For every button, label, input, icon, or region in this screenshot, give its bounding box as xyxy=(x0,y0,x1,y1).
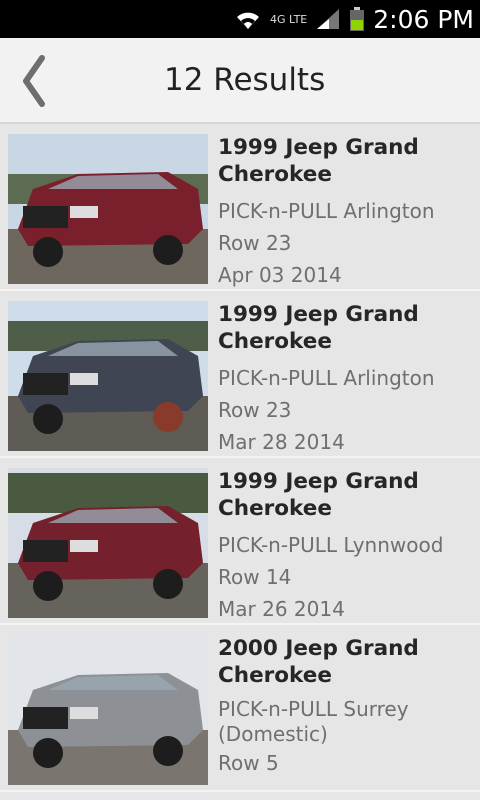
back-button[interactable] xyxy=(14,52,54,110)
result-info: 2000 Jeep Grand Cherokee PICK-n-PULL Sur… xyxy=(218,635,474,779)
results-list: 1999 Jeep Grand Cherokee PICK-n-PULL Arl… xyxy=(0,124,480,792)
car-photo xyxy=(8,635,208,785)
result-date: Apr 03 2014 xyxy=(218,263,342,287)
car-photo-image xyxy=(8,301,208,451)
result-location: PICK-n-PULL Surrey (Domestic) xyxy=(218,697,409,746)
result-row-number: Row 23 xyxy=(218,231,292,255)
result-row[interactable]: 1999 Jeep Grand Cherokee PICK-n-PULL Arl… xyxy=(0,124,480,291)
car-photo-image xyxy=(8,134,208,284)
result-location: PICK-n-PULL Arlington xyxy=(218,199,435,223)
result-location: PICK-n-PULL Lynnwood xyxy=(218,533,444,557)
result-row[interactable]: 1999 Jeep Grand Cherokee PICK-n-PULL Arl… xyxy=(0,291,480,458)
status-bar: 4G LTE 2:06 PM xyxy=(0,0,480,38)
battery-icon xyxy=(350,7,365,31)
car-photo-image xyxy=(8,468,208,618)
result-row-number: Row 23 xyxy=(218,398,292,422)
result-date: Mar 28 2014 xyxy=(218,430,345,454)
clock: 2:06 PM xyxy=(373,4,474,34)
result-title: 1999 Jeep Grand Cherokee xyxy=(218,469,419,521)
page-title: 12 Results xyxy=(164,62,326,98)
app-header: 12 Results xyxy=(0,38,480,124)
car-photo xyxy=(8,301,208,451)
result-title: 1999 Jeep Grand Cherokee xyxy=(218,135,419,187)
wifi-icon xyxy=(236,12,259,29)
result-row-number: Row 5 xyxy=(218,751,279,775)
status-icons: 4G LTE 2:06 PM xyxy=(234,0,474,38)
result-location: PICK-n-PULL Arlington xyxy=(218,366,435,390)
result-title: 2000 Jeep Grand Cherokee xyxy=(218,636,419,688)
car-photo xyxy=(8,134,208,284)
result-row-number: Row 14 xyxy=(218,565,292,589)
result-info: 1999 Jeep Grand Cherokee PICK-n-PULL Lyn… xyxy=(218,468,474,625)
result-row[interactable]: 1999 Jeep Grand Cherokee PICK-n-PULL Lyn… xyxy=(0,458,480,625)
result-info: 1999 Jeep Grand Cherokee PICK-n-PULL Arl… xyxy=(218,301,474,458)
network-type: 4G LTE xyxy=(269,12,308,26)
result-date: Mar 26 2014 xyxy=(218,597,345,621)
car-photo xyxy=(8,468,208,618)
car-photo-image xyxy=(8,635,208,785)
result-info: 1999 Jeep Grand Cherokee PICK-n-PULL Arl… xyxy=(218,134,474,291)
chevron-left-icon xyxy=(23,55,45,107)
result-title: 1999 Jeep Grand Cherokee xyxy=(218,302,419,354)
signal-icon xyxy=(317,9,340,29)
result-row[interactable]: 2000 Jeep Grand Cherokee PICK-n-PULL Sur… xyxy=(0,625,480,792)
